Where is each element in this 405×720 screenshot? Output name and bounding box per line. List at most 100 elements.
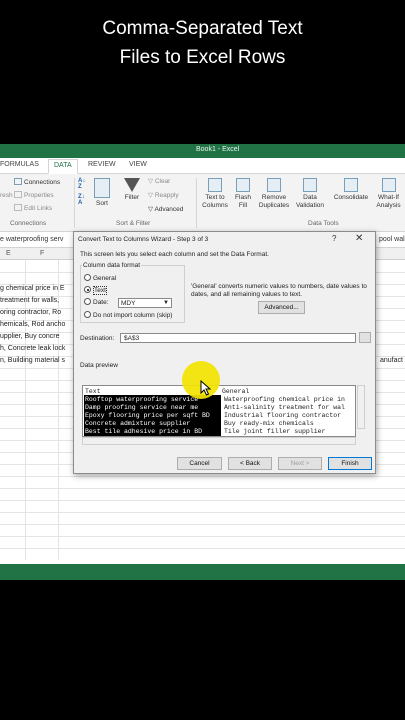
sheet-cell[interactable]: treatment for walls, <box>0 297 59 304</box>
clear-label: Clear <box>154 178 171 185</box>
reapply-icon: ▽ <box>148 192 155 199</box>
sort-icon <box>94 178 110 198</box>
column-data-format-label: Column data format <box>82 262 142 270</box>
grid-line <box>0 500 405 501</box>
sheet-cell[interactable]: oring contractor, Ro <box>0 309 61 316</box>
video-caption: Comma-Separated Text Files to Excel Rows <box>0 14 405 72</box>
preview-cell: Anti-salinity treatment for wal <box>224 404 345 411</box>
tab-view[interactable]: VIEW <box>129 161 147 168</box>
sheet-cell[interactable]: n, Building material s <box>0 357 65 364</box>
sheet-cell[interactable]: h, Concrete leak lock <box>0 345 65 352</box>
window-title: Book1 - Excel <box>196 146 240 153</box>
tab-formulas[interactable]: FORMULAS <box>0 161 39 168</box>
formula-bar-text: e waterproofing serv <box>0 236 64 243</box>
date-format-value: MDY <box>121 300 136 307</box>
preview-cell: Damp proofing service near me <box>85 404 199 411</box>
connections-label: Connections <box>24 179 61 186</box>
next-button[interactable]: Next > <box>278 457 322 470</box>
data-validation-button[interactable]: Data Validation <box>292 178 328 210</box>
reapply-button[interactable]: ▽ Reapply <box>148 192 179 200</box>
column-header-f[interactable]: F <box>40 250 44 257</box>
radio-dot <box>84 274 91 281</box>
sheet-cell[interactable]: g chemical price in E <box>0 285 65 292</box>
advanced-label: Advanced <box>154 206 184 213</box>
chevron-down-icon: ▼ <box>163 300 169 306</box>
preview-cell: Concrete admixture supplier <box>85 420 191 427</box>
consolidate-label: Consolidate <box>333 194 369 201</box>
preview-cell: Buy ready-mix chemicals <box>224 420 314 427</box>
sheet-cell-right[interactable]: anufact <box>380 357 403 364</box>
dialog-title: Convert Text to Columns Wizard - Step 3 … <box>78 236 209 243</box>
sort-az-icon[interactable]: A↓ Z <box>78 178 90 190</box>
preview-cell: Tile joint filler supplier <box>224 428 326 435</box>
what-if-label-2: Analysis <box>376 202 401 209</box>
column-header-e[interactable]: E <box>6 250 11 257</box>
text-to-columns-button[interactable]: Text to Columns <box>199 178 231 210</box>
advanced-filter-button[interactable]: ▽ Advanced <box>148 206 183 214</box>
text-to-columns-icon <box>208 178 222 192</box>
data-preview-grid[interactable]: Text General Rooftop waterproofing servi… <box>82 385 356 437</box>
edit-links-icon <box>14 204 22 211</box>
tab-data[interactable]: DATA <box>48 159 78 174</box>
edit-links-label: Edit Links <box>24 205 53 212</box>
radio-text-label: Text <box>93 286 107 295</box>
connections-icon <box>14 178 22 185</box>
sort-za-icon[interactable]: Z↓ A <box>78 194 90 206</box>
preview-horizontal-scrollbar[interactable] <box>82 437 356 445</box>
back-button[interactable]: < Back <box>228 457 272 470</box>
connections-button[interactable]: Connections <box>14 178 60 187</box>
radio-text[interactable]: Text <box>84 286 107 295</box>
remove-duplicates-label-1: Remove <box>261 194 287 201</box>
connections-group-label: Connections <box>10 220 47 227</box>
grid-line <box>0 512 405 513</box>
properties-label: Properties <box>24 192 54 199</box>
caption-line-2: Files to Excel Rows <box>119 47 286 68</box>
finish-button[interactable]: Finish <box>328 457 372 470</box>
flash-fill-icon <box>236 178 250 192</box>
filter-button[interactable]: Filter <box>122 178 142 202</box>
grid-line <box>0 476 405 477</box>
preview-cell: Rooftop waterproofing service <box>85 396 199 403</box>
cancel-button[interactable]: Cancel <box>177 457 222 470</box>
data-validation-label-1: Data <box>303 194 317 201</box>
consolidate-icon <box>344 178 358 192</box>
flash-fill-button[interactable]: Flash Fill <box>232 178 254 210</box>
radio-date[interactable]: Date: <box>84 298 109 306</box>
refresh-label[interactable]: resh <box>0 192 13 200</box>
close-icon[interactable]: ✕ <box>355 233 363 244</box>
help-icon[interactable]: ? <box>332 234 336 243</box>
destination-input[interactable]: $A$3 <box>120 333 356 343</box>
radio-skip-label: Do not import column (skip) <box>93 312 173 319</box>
data-tools-group-label: Data Tools <box>308 220 339 227</box>
remove-duplicates-label-2: Duplicates <box>258 202 290 209</box>
remove-duplicates-button[interactable]: Remove Duplicates <box>256 178 292 210</box>
caption-line-1: Comma-Separated Text <box>102 18 303 39</box>
radio-skip-column[interactable]: Do not import column (skip) <box>84 311 172 319</box>
remove-duplicates-icon <box>267 178 281 192</box>
radio-dot <box>84 311 91 318</box>
separator <box>74 178 75 228</box>
text-to-columns-label-2: Columns <box>202 202 228 209</box>
preview-column-header-2[interactable]: General <box>222 388 249 395</box>
sort-filter-group-label: Sort & Filter <box>116 220 151 227</box>
sort-button[interactable]: Sort <box>92 178 112 208</box>
what-if-analysis-button[interactable]: What-If Analysis <box>372 178 405 210</box>
text-to-columns-label-1: Text to <box>205 194 225 201</box>
radio-general[interactable]: General <box>84 274 116 282</box>
consolidate-button[interactable]: Consolidate <box>330 178 372 202</box>
what-if-label-1: What-If <box>378 194 399 201</box>
dialog-intro-text: This screen lets you select each column … <box>80 251 269 258</box>
sheet-cell[interactable]: hemicals, Rod ancho <box>0 321 65 328</box>
preview-column-header-1[interactable]: Text <box>85 388 101 395</box>
sheet-cell[interactable]: upplier, Buy concre <box>0 333 60 340</box>
date-format-select[interactable]: MDY ▼ <box>118 298 172 308</box>
properties-button[interactable]: Properties <box>14 191 54 200</box>
range-selector-icon[interactable] <box>359 332 371 343</box>
clear-button[interactable]: ▽ Clear <box>148 178 170 186</box>
radio-dot-selected <box>84 286 91 293</box>
tab-review[interactable]: REVIEW <box>88 161 116 168</box>
preview-vertical-scrollbar[interactable] <box>357 385 365 429</box>
advanced-button[interactable]: Advanced... <box>258 301 305 314</box>
grid-line <box>0 524 405 525</box>
edit-links-button[interactable]: Edit Links <box>14 204 52 213</box>
